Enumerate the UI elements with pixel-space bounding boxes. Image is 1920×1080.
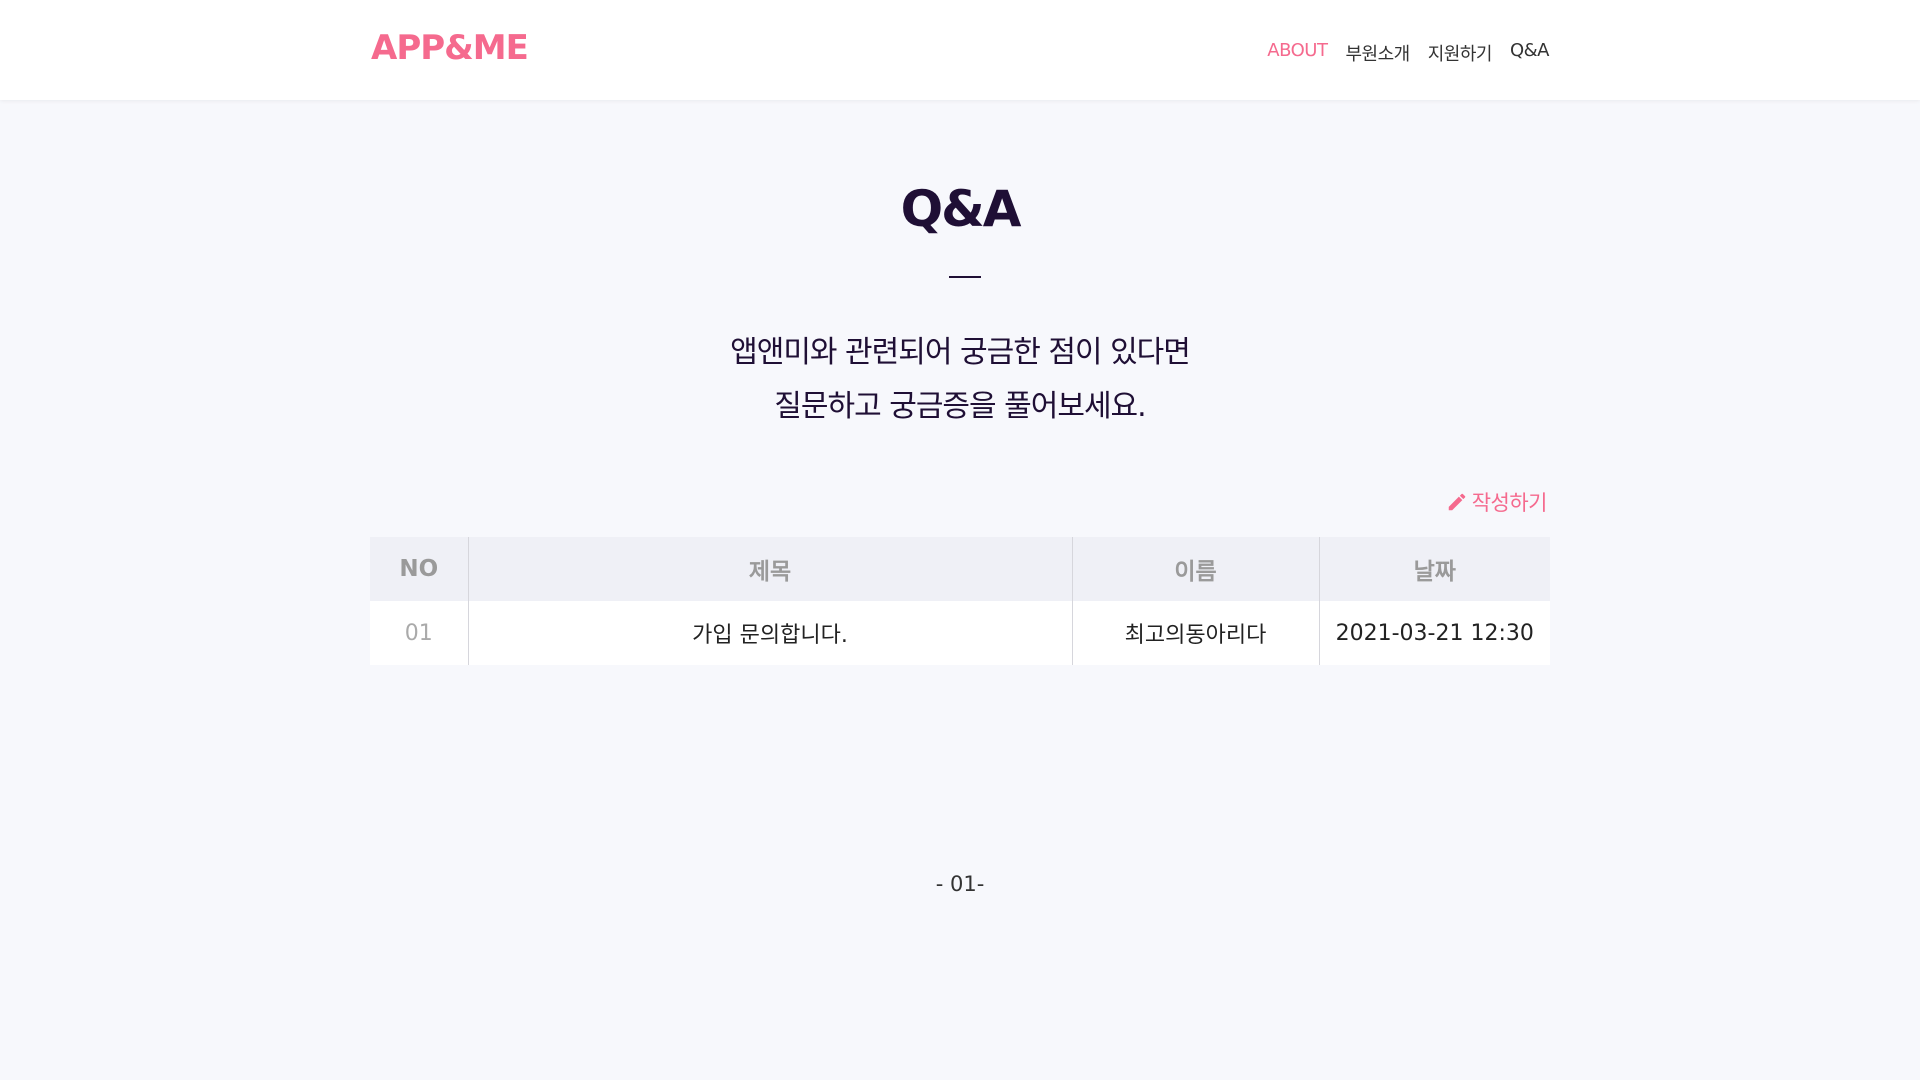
site-header: APP&ME ABOUT 부원소개 지원하기 Q&A [0, 0, 1920, 100]
column-header-name: 이름 [1071, 537, 1319, 601]
subtitle-line: 질문하고 궁금증을 풀어보세요. [774, 389, 1146, 424]
column-header-no: NO [370, 537, 468, 601]
write-button[interactable]: 작성하기 [1446, 487, 1548, 517]
nav-qna[interactable]: Q&A [1510, 40, 1550, 66]
title-divider [949, 276, 981, 278]
nav-apply[interactable]: 지원하기 [1428, 40, 1493, 66]
page-title: Q&A [900, 180, 1022, 238]
pagination[interactable]: - 01- [0, 872, 1920, 896]
table-header-row: NO 제목 이름 날짜 [370, 537, 1550, 601]
subtitle-line: 앱앤미와 관련되어 궁금한 점이 있다면 [730, 335, 1191, 370]
write-button-label: 작성하기 [1471, 491, 1548, 515]
nav-about[interactable]: ABOUT [1267, 40, 1328, 66]
qna-table: NO 제목 이름 날짜 01 가입 문의합니다. 최고의동아리다 2021-03… [370, 537, 1550, 665]
row-name: 최고의동아리다 [1071, 601, 1319, 665]
page-subtitle: 앱앤미와 관련되어 궁금한 점이 있다면 질문하고 궁금증을 풀어보세요. [0, 326, 1920, 434]
table-row[interactable]: 01 가입 문의합니다. 최고의동아리다 2021-03-21 12:30 [370, 601, 1550, 665]
nav-members[interactable]: 부원소개 [1345, 40, 1410, 66]
row-title[interactable]: 가입 문의합니다. [467, 601, 1072, 665]
column-header-title: 제목 [467, 537, 1072, 601]
pencil-icon [1446, 491, 1468, 513]
main-nav: ABOUT 부원소개 지원하기 Q&A [1267, 40, 1549, 66]
logo[interactable]: APP&ME [371, 28, 529, 68]
row-no: 01 [370, 601, 468, 665]
row-date: 2021-03-21 12:30 [1318, 601, 1550, 665]
column-header-date: 날짜 [1318, 537, 1550, 601]
